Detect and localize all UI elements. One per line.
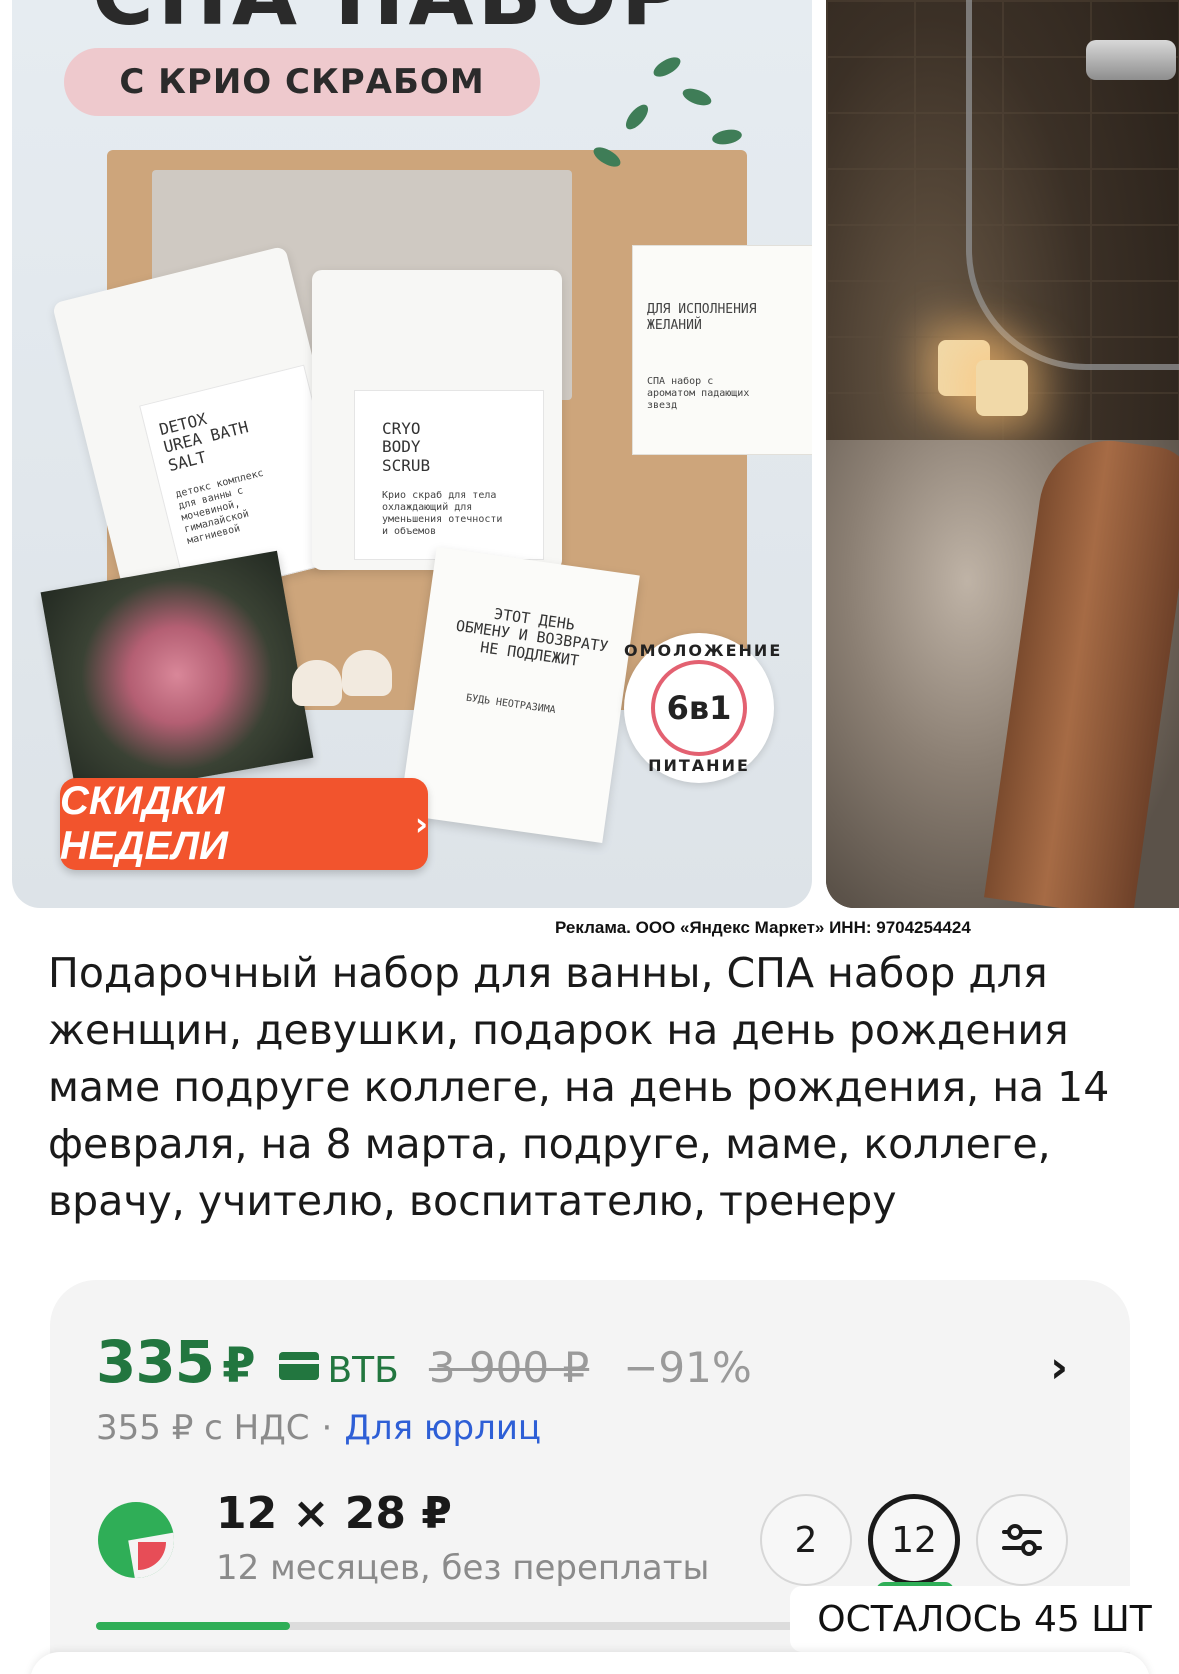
wish-card-text: СПА набор с ароматом падающих звезд (647, 376, 750, 411)
installment-option-12[interactable]: 12 (868, 1494, 960, 1586)
weekly-discounts-button[interactable]: СКИДКИ НЕДЕЛИ › (60, 778, 428, 870)
legal-entities-link[interactable]: Для юрлиц (344, 1408, 541, 1448)
card-icon (279, 1352, 320, 1380)
installment-option-2[interactable]: 2 (760, 1494, 852, 1586)
leaf-decoration (711, 127, 743, 147)
gallery-slide-bath[interactable] (826, 0, 1179, 908)
pouch-cryo-scrub-label: CRYO BODY SCRUB (382, 419, 431, 475)
postcard: ЭТОТ ДЕНЬ ОБМЕНУ И ВОЗВРАТУ НЕ ПОДЛЕЖИТ … (399, 547, 640, 843)
pouch-cryo-scrub-desc: Крио скраб для тела охлаждающий для умен… (382, 490, 503, 537)
pouch-cryo-scrub: CRYO BODY SCRUB Крио скраб для тела охла… (312, 270, 562, 570)
leaf-decoration (650, 53, 684, 81)
installment-amount: 12 × 28 ₽ (216, 1488, 452, 1539)
slide-subtitle: С КРИО СКРАБОМ (119, 62, 485, 102)
filter-settings-button[interactable] (976, 1494, 1068, 1586)
badge-top-text: ОМОЛОЖЕНИЕ (624, 641, 783, 660)
candle (976, 360, 1028, 416)
slide-subtitle-pill: С КРИО СКРАБОМ (64, 48, 540, 116)
vat-price: 355 ₽ с НДС (96, 1408, 310, 1448)
product-gallery[interactable]: СПА НАБОР С КРИО СКРАБОМ ДЛЯ ИСПОЛНЕНИЯ … (0, 0, 1179, 910)
installment-subtitle: 12 месяцев, без переплаты (216, 1548, 710, 1588)
wish-card-title: ДЛЯ ИСПОЛНЕНИЯ ЖЕЛАНИЙ (647, 302, 757, 333)
heart-soap (292, 660, 342, 706)
bath-tap (1086, 40, 1176, 80)
gallery-slide-main[interactable]: СПА НАБОР С КРИО СКРАБОМ ДЛЯ ИСПОЛНЕНИЯ … (12, 0, 812, 908)
postcard-text: ЭТОТ ДЕНЬ ОБМЕНУ И ВОЗВРАТУ НЕ ПОДЛЕЖИТ (454, 604, 610, 670)
chevron-right-icon[interactable]: › (1050, 1342, 1068, 1393)
rose-card (40, 550, 314, 800)
currency-symbol: ₽ (222, 1338, 256, 1394)
leaf-decoration (621, 101, 653, 133)
split-pay-icon (98, 1502, 174, 1578)
installment-progress-fill (96, 1622, 290, 1630)
discount-percent: −91% (623, 1343, 752, 1392)
current-price: 335 (96, 1328, 215, 1396)
heart-soap (342, 650, 392, 696)
postcard-small: БУДЬ НЕОТРАЗИМА (465, 692, 557, 717)
leaf-decoration (680, 85, 714, 109)
wish-card: ДЛЯ ИСПОЛНЕНИЯ ЖЕЛАНИЙ СПА набор с арома… (632, 245, 812, 455)
weekly-discounts-label: СКИДКИ НЕДЕЛИ (60, 779, 228, 868)
stock-remaining: ОСТАЛОСЬ 45 ШТ (790, 1586, 1179, 1652)
separator-dot: · (321, 1408, 333, 1448)
sliders-icon (1002, 1524, 1042, 1556)
price-row: 335 ₽ ВТБ 3 900 ₽ −91% (96, 1328, 752, 1408)
ad-disclaimer: Реклама. ООО «Яндекс Маркет» ИНН: 970425… (555, 918, 971, 937)
soap-hearts (292, 640, 422, 710)
badge-bottom-text: ПИТАНИЕ (648, 756, 750, 775)
chevron-right-icon: › (414, 805, 428, 843)
product-title: Подарочный набор для ванны, СПА набор дл… (48, 949, 1110, 1225)
bank-label: ВТБ (327, 1350, 399, 1391)
old-price: 3 900 ₽ (428, 1343, 590, 1392)
slide-headline: СПА НАБОР (92, 0, 687, 44)
badge-ring: 6в1 (651, 660, 747, 756)
vat-row: 355 ₽ с НДС · Для юрлиц (96, 1408, 541, 1448)
benefit-badge: ОМОЛОЖЕНИЕ 6в1 ПИТАНИЕ (624, 633, 783, 783)
bottom-sheet (30, 1652, 1150, 1674)
badge-center-text: 6в1 (666, 689, 732, 727)
